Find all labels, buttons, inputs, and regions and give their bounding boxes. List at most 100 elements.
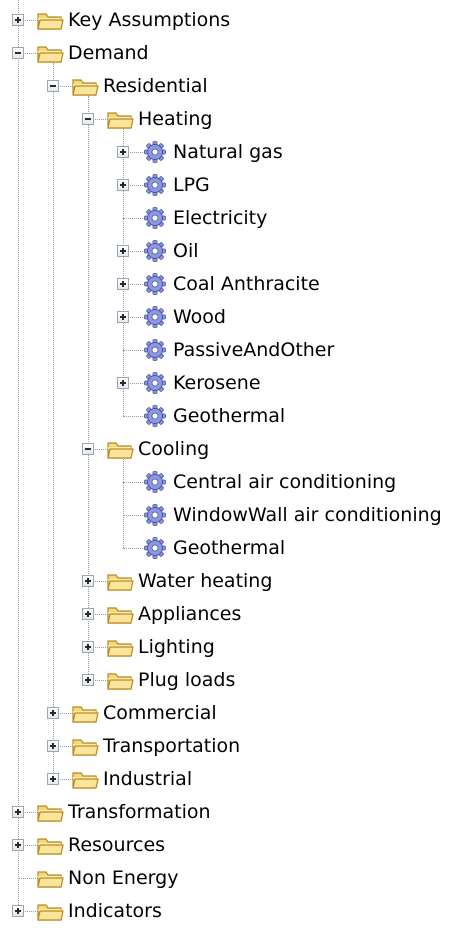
expand-icon[interactable] xyxy=(47,740,59,752)
expand-icon[interactable] xyxy=(12,905,24,917)
tree-node[interactable]: Plug loads xyxy=(0,664,465,697)
tree-node-label[interactable]: Key Assumptions xyxy=(68,8,230,32)
collapse-icon[interactable] xyxy=(82,443,94,455)
tree-node-label[interactable]: Demand xyxy=(68,41,149,65)
tree-node-label[interactable]: Water heating xyxy=(138,569,272,593)
gear-icon xyxy=(141,272,169,296)
tree-node-label[interactable]: Oil xyxy=(173,239,199,263)
expand-icon[interactable] xyxy=(117,311,129,323)
tree-node-label[interactable]: Plug loads xyxy=(138,668,235,692)
tree-node-label[interactable]: Geothermal xyxy=(173,404,285,428)
tree-view[interactable]: Key Assumptions Demand Residential Heati… xyxy=(0,0,465,925)
expand-icon[interactable] xyxy=(117,245,129,257)
tree-node-label[interactable]: Non Energy xyxy=(68,866,178,890)
tree-node[interactable]: Electricity xyxy=(0,202,465,235)
tree-node-label[interactable]: Lighting xyxy=(138,635,215,659)
expand-icon[interactable] xyxy=(117,377,129,389)
tree-node[interactable]: Coal Anthracite xyxy=(0,268,465,301)
tree-node[interactable]: PassiveAndOther xyxy=(0,334,465,367)
tree-connector-line xyxy=(18,878,38,879)
tree-node-label[interactable]: Industrial xyxy=(103,767,192,791)
tree-node-label[interactable]: Wood xyxy=(173,305,226,329)
expand-icon[interactable] xyxy=(82,575,94,587)
tree-node[interactable]: Kerosene xyxy=(0,367,465,400)
tree-connector-line xyxy=(123,218,143,219)
tree-node-label[interactable]: Electricity xyxy=(173,206,267,230)
gear-icon xyxy=(141,173,169,197)
folder-icon xyxy=(36,41,64,65)
expand-icon[interactable] xyxy=(117,179,129,191)
tree-node[interactable]: Transportation xyxy=(0,730,465,763)
tree-node-label[interactable]: Indicators xyxy=(68,899,162,923)
tree-node-label[interactable]: Geothermal xyxy=(173,536,285,560)
tree-node[interactable]: Commercial xyxy=(0,697,465,730)
expand-icon[interactable] xyxy=(117,278,129,290)
expand-icon[interactable] xyxy=(47,707,59,719)
tree-node[interactable]: LPG xyxy=(0,169,465,202)
expand-icon[interactable] xyxy=(12,14,24,26)
gear-icon xyxy=(141,305,169,329)
tree-node-label[interactable]: Resources xyxy=(68,833,165,857)
tree-node-label[interactable]: Appliances xyxy=(138,602,241,626)
expand-icon[interactable] xyxy=(47,773,59,785)
tree-node-label[interactable]: Transportation xyxy=(103,734,240,758)
tree-node[interactable]: Non Energy xyxy=(0,862,465,895)
tree-node[interactable]: Wood xyxy=(0,301,465,334)
tree-node-label[interactable]: Coal Anthracite xyxy=(173,272,320,296)
tree-node[interactable]: Water heating xyxy=(0,565,465,598)
collapse-icon[interactable] xyxy=(47,80,59,92)
tree-connector-line xyxy=(123,350,143,351)
expand-icon[interactable] xyxy=(117,146,129,158)
tree-node[interactable]: Indicators xyxy=(0,895,465,928)
gear-icon xyxy=(141,140,169,164)
tree-node-label[interactable]: Central air conditioning xyxy=(173,470,396,494)
tree-node[interactable]: Industrial xyxy=(0,763,465,796)
tree-node[interactable]: Residential xyxy=(0,70,465,103)
folder-icon xyxy=(71,701,99,725)
folder-icon xyxy=(106,569,134,593)
expand-icon[interactable] xyxy=(82,674,94,686)
collapse-icon[interactable] xyxy=(12,47,24,59)
tree-node[interactable]: Central air conditioning xyxy=(0,466,465,499)
tree-node-label[interactable]: Cooling xyxy=(138,437,209,461)
tree-node[interactable]: Oil xyxy=(0,235,465,268)
tree-node-label[interactable]: Natural gas xyxy=(173,140,283,164)
tree-node[interactable]: Natural gas xyxy=(0,136,465,169)
gear-icon xyxy=(141,470,169,494)
tree-node[interactable]: Key Assumptions xyxy=(0,4,465,37)
gear-icon xyxy=(141,536,169,560)
tree-node-label[interactable]: LPG xyxy=(173,173,210,197)
tree-node[interactable]: Geothermal xyxy=(0,532,465,565)
tree-node[interactable]: Appliances xyxy=(0,598,465,631)
tree-connector-line xyxy=(123,416,143,417)
tree-node-label[interactable]: Kerosene xyxy=(173,371,261,395)
tree-node[interactable]: WindowWall air conditioning xyxy=(0,499,465,532)
tree-connector-line xyxy=(123,548,143,549)
expand-icon[interactable] xyxy=(82,641,94,653)
tree-node-label[interactable]: Transformation xyxy=(68,800,211,824)
tree-node[interactable]: Demand xyxy=(0,37,465,70)
folder-icon xyxy=(36,899,64,923)
folder-icon xyxy=(106,107,134,131)
folder-icon xyxy=(71,734,99,758)
gear-icon xyxy=(141,338,169,362)
tree-node[interactable]: Transformation xyxy=(0,796,465,829)
tree-connector-line xyxy=(123,482,143,483)
expand-icon[interactable] xyxy=(82,608,94,620)
gear-icon xyxy=(141,404,169,428)
tree-node-label[interactable]: WindowWall air conditioning xyxy=(173,503,442,527)
tree-node-label[interactable]: Heating xyxy=(138,107,212,131)
expand-icon[interactable] xyxy=(12,839,24,851)
tree-node[interactable]: Geothermal xyxy=(0,400,465,433)
tree-node[interactable]: Lighting xyxy=(0,631,465,664)
tree-node-label[interactable]: PassiveAndOther xyxy=(173,338,334,362)
expand-icon[interactable] xyxy=(12,806,24,818)
tree-node[interactable]: Heating xyxy=(0,103,465,136)
folder-icon xyxy=(106,668,134,692)
tree-node-label[interactable]: Commercial xyxy=(103,701,217,725)
tree-node-label[interactable]: Residential xyxy=(103,74,208,98)
collapse-icon[interactable] xyxy=(82,113,94,125)
tree-connector-line xyxy=(123,515,143,516)
tree-node[interactable]: Resources xyxy=(0,829,465,862)
tree-node[interactable]: Cooling xyxy=(0,433,465,466)
